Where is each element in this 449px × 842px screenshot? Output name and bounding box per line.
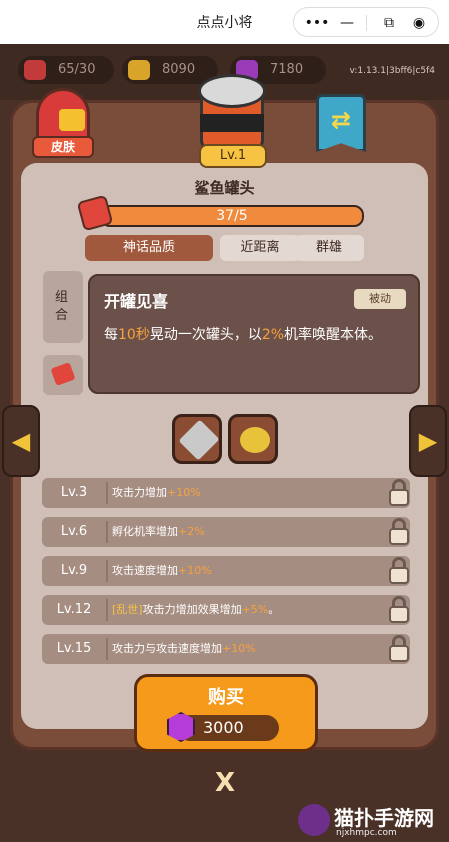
item-name: 鲨鱼罐头 xyxy=(194,179,255,197)
level-label: Lv.6 xyxy=(60,524,88,539)
gem-icon xyxy=(167,712,195,742)
buy-button[interactable]: 购买 3000 xyxy=(134,674,318,752)
mini-program-titlebar: 点点小将 ••• — ⧉ ◉ xyxy=(0,0,449,44)
tag-faction: 群雄 xyxy=(294,235,364,261)
can-lid xyxy=(198,74,266,108)
row-divider xyxy=(106,599,108,621)
bonus-value: +10% xyxy=(167,486,201,499)
hearts-value: 65/30 xyxy=(58,62,96,77)
desc-part: 机率唤醒本体。 xyxy=(284,327,383,343)
watermark-title: 猫扑手游网 xyxy=(334,806,434,830)
bonus-text: 孵化机率增加 xyxy=(112,525,178,538)
skin-chest xyxy=(36,88,90,142)
level-label: Lv.15 xyxy=(56,641,92,656)
bonus-text: 攻击速度增加 xyxy=(112,564,178,577)
lock-icon xyxy=(386,634,412,664)
price-tag: 3000 xyxy=(167,712,279,742)
level-bonus-row: Lv.12 [乱世]攻击力增加效果增加+5%。 xyxy=(42,595,410,625)
level-bonus-text: 孵化机率增加+2% xyxy=(112,517,205,547)
price-value: 3000 xyxy=(203,718,244,737)
bonus-value: +2% xyxy=(178,525,205,538)
skill-tooltip: 开罐见喜 被动 每10秒晃动一次罐头，以2%机率唤醒本体。 xyxy=(88,274,420,394)
level-label: Lv.3 xyxy=(60,485,88,500)
skill-can-button[interactable] xyxy=(228,414,278,464)
row-divider xyxy=(106,482,108,504)
row-divider xyxy=(106,560,108,582)
buy-label: 购买 xyxy=(208,687,244,708)
gold-value: 8090 xyxy=(162,62,196,77)
close-program-icon[interactable]: ◉ xyxy=(408,12,430,34)
skill-title: 开罐见喜 xyxy=(104,292,169,311)
progress-text: 37/5 xyxy=(216,208,248,224)
prev-arrow-button[interactable]: ◀ xyxy=(2,405,40,477)
level-bonus-text: 攻击力与攻击速度增加+10% xyxy=(112,634,256,664)
lock-icon xyxy=(386,517,412,547)
skill-sword-button[interactable] xyxy=(172,414,222,464)
capsule-divider xyxy=(366,15,367,31)
capsule-menu: ••• — ⧉ ◉ xyxy=(293,7,439,37)
level-bonus-row: Lv.3 攻击力增加+10% xyxy=(42,478,410,508)
tab-combo[interactable]: 组合 xyxy=(43,271,83,343)
level-label: Lv.9 xyxy=(60,563,88,578)
desc-highlight: 2% xyxy=(261,327,285,343)
lock-icon xyxy=(386,595,412,625)
switch-icon[interactable]: ⧉ xyxy=(378,12,400,34)
next-arrow-button[interactable]: ▶ xyxy=(409,405,447,477)
lock-icon xyxy=(386,478,412,508)
fragment-icon xyxy=(50,362,76,386)
desc-highlight: 10秒 xyxy=(118,327,150,343)
level-bonus-text: 攻击速度增加+10% xyxy=(112,556,212,586)
gems-value: 7180 xyxy=(270,62,304,77)
golden-can-icon xyxy=(240,427,270,453)
tag-quality: 神话品质 xyxy=(85,235,213,261)
desc-part: 每 xyxy=(104,327,118,343)
bonus-value: +5% xyxy=(241,603,269,616)
level-label: Lv.12 xyxy=(56,602,92,617)
chevron-left-icon: ◀ xyxy=(11,427,31,455)
gold-icon xyxy=(128,60,150,80)
close-button[interactable]: X xyxy=(210,768,240,798)
level-bonus-row: Lv.9 攻击速度增加+10% xyxy=(42,556,410,586)
level-bonus-row: Lv.15 攻击力与攻击速度增加+10% xyxy=(42,634,410,664)
upgrade-progress-bar: 37/5 xyxy=(100,205,364,227)
level-bonus-row: Lv.6 孵化机率增加+2% xyxy=(42,517,410,547)
bonus-keyword[interactable]: [乱世] xyxy=(112,603,143,616)
tab-combo-label: 组合 xyxy=(55,290,69,323)
level-bonus-text: [乱世]攻击力增加效果增加+5%。 xyxy=(112,595,279,625)
bonus-text: 攻击力增加效果增加 xyxy=(142,603,242,616)
skill-description: 每10秒晃动一次罐头，以2%机率唤醒本体。 xyxy=(104,324,408,346)
tab-fragment[interactable] xyxy=(43,355,83,395)
version-text: v:1.13.1|3bff6|c5f4 xyxy=(349,66,436,76)
row-divider xyxy=(106,521,108,543)
bonus-tail: 。 xyxy=(268,603,280,616)
minimize-icon[interactable]: — xyxy=(336,12,358,34)
can-band xyxy=(200,114,264,132)
lock-icon xyxy=(386,556,412,586)
swap-icon: ⇄ xyxy=(330,106,352,134)
desc-part: 晃动一次罐头，以 xyxy=(149,327,262,343)
heart-icon xyxy=(24,60,46,80)
chevron-right-icon: ▶ xyxy=(418,427,438,455)
tag-range: 近距离 xyxy=(220,235,300,261)
bonus-text: 攻击力与攻击速度增加 xyxy=(112,642,222,655)
row-divider xyxy=(106,638,108,660)
level-badge: Lv.1 xyxy=(199,144,267,168)
hearts-counter: 65/30 xyxy=(18,56,114,84)
level-bonus-text: 攻击力增加+10% xyxy=(112,478,201,508)
site-watermark: 猫扑手游网 njxhmpc.com xyxy=(298,800,448,842)
bonus-value: +10% xyxy=(178,564,212,577)
shirt-icon xyxy=(59,109,85,131)
more-icon[interactable]: ••• xyxy=(305,12,330,34)
bonus-value: +10% xyxy=(222,642,256,655)
skin-button[interactable]: 皮肤 xyxy=(30,84,96,160)
watermark-logo xyxy=(298,804,330,836)
skill-type-badge: 被动 xyxy=(354,289,406,309)
sword-icon xyxy=(178,419,220,461)
skin-label: 皮肤 xyxy=(32,136,94,158)
bonus-text: 攻击力增加 xyxy=(112,486,167,499)
watermark-url: njxhmpc.com xyxy=(336,828,397,838)
